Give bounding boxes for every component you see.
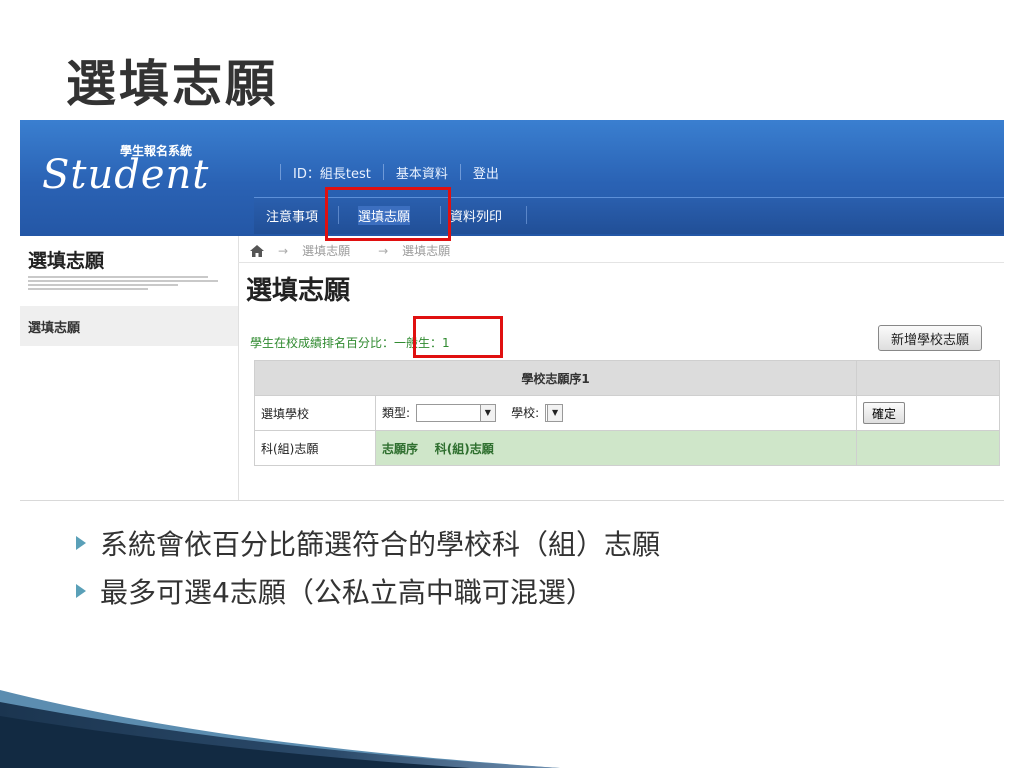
top-nav: ID：組長test 基本資料 登出: [268, 162, 499, 182]
breadcrumb-item: 選填志願: [402, 244, 451, 258]
slide-title: 選填志願: [66, 55, 278, 113]
col-order: 志願序: [382, 441, 419, 456]
home-icon[interactable]: [250, 244, 264, 257]
wish-table: 學校志願序1 選填學校 類型: ▼ 學校: ▼ 確定 科(組)志願 志願序 科(…: [254, 360, 1000, 466]
user-id-label: ID：組長test: [293, 166, 371, 182]
page-title: 選填志願: [246, 276, 351, 306]
tab-choose-wishes[interactable]: 選填志願: [358, 206, 411, 225]
type-select[interactable]: ▼: [415, 404, 496, 423]
tab-separator: [338, 206, 339, 224]
percentile-info: 學生在校成績排名百分比 ：一般生：1: [250, 334, 450, 351]
tab-separator: [440, 206, 441, 224]
tab-separator: [526, 206, 527, 224]
school-label: 學校:: [511, 405, 540, 420]
percentile-label: 學生在校成績排名百分比: [250, 336, 383, 350]
nav-separator: [382, 164, 384, 180]
bullet-text: 系統會依百分比篩選符合的學校科（組）志願: [100, 528, 661, 561]
sidebar-title: 選填志願: [28, 250, 105, 272]
logout-link[interactable]: 登出: [473, 163, 499, 182]
type-label: 類型:: [382, 405, 411, 420]
bullet-item: 最多可選4志願（公私立高中職可混選）: [76, 574, 660, 609]
chevron-down-icon: ▼: [479, 405, 495, 422]
breadcrumb: → 選填志願 → 選填志願: [250, 242, 450, 259]
divider: [238, 262, 1004, 263]
table-header-blank: [856, 360, 1000, 396]
percentile-value: ：一般生：1: [382, 336, 450, 350]
school-select-cell: 類型: ▼ 學校: ▼: [375, 395, 857, 431]
bullet-item: 系統會依百分比篩選符合的學校科（組）志願: [76, 526, 661, 561]
sidebar-item-choose-wishes[interactable]: 選填志願: [20, 306, 238, 346]
confirm-cell: 確定: [856, 395, 1000, 431]
sidebar: 選填志願 選填志願: [20, 236, 239, 500]
row-label-school: 選填學校: [254, 395, 376, 431]
decorative-swoosh: [0, 690, 560, 768]
nav-separator: [459, 164, 461, 180]
profile-link[interactable]: 基本資料: [396, 163, 448, 182]
confirm-button[interactable]: 確定: [863, 402, 905, 424]
triangle-bullet-icon: [76, 536, 86, 550]
dept-header-cell: 志願序 科(組)志願: [375, 430, 857, 466]
table-header: 學校志願序1: [254, 360, 857, 396]
app-header: 學生報名系統 Student ID：組長test 基本資料 登出 注意事項 選填…: [20, 120, 1004, 236]
nav-separator: [280, 164, 281, 180]
row-label-dept: 科(組)志願: [254, 430, 376, 466]
tab-print[interactable]: 資料列印: [450, 206, 502, 225]
bullet-text: 最多可選4志願（公私立高中職可混選）: [100, 576, 594, 609]
triangle-bullet-icon: [76, 584, 86, 598]
breadcrumb-arrow-icon: →: [278, 243, 289, 258]
add-school-wish-button[interactable]: 新增學校志願: [878, 325, 982, 351]
school-select[interactable]: ▼: [545, 404, 564, 423]
breadcrumb-arrow-icon: →: [378, 243, 389, 258]
col-dept: 科(組)志願: [434, 441, 494, 456]
dept-header-blank: [856, 430, 1000, 466]
tab-bar: 注意事項 選填志願 資料列印: [254, 197, 1004, 234]
breadcrumb-item[interactable]: 選填志願: [302, 242, 350, 259]
main-content: → 選填志願 → 選填志願 選填志願 學生在校成績排名百分比 ：一般生：1 新增…: [238, 236, 1004, 500]
tab-notice[interactable]: 注意事項: [266, 206, 318, 225]
chevron-down-icon: ▼: [547, 405, 563, 422]
sidebar-item-label: 選填志願: [28, 321, 81, 336]
screenshot: 學生報名系統 Student ID：組長test 基本資料 登出 注意事項 選填…: [20, 120, 1004, 501]
bullet-list: 系統會依百分比篩選符合的學校科（組）志願 最多可選4志願（公私立高中職可混選）: [76, 526, 660, 622]
sidebar-description: [28, 276, 228, 292]
logo: Student: [42, 152, 210, 198]
